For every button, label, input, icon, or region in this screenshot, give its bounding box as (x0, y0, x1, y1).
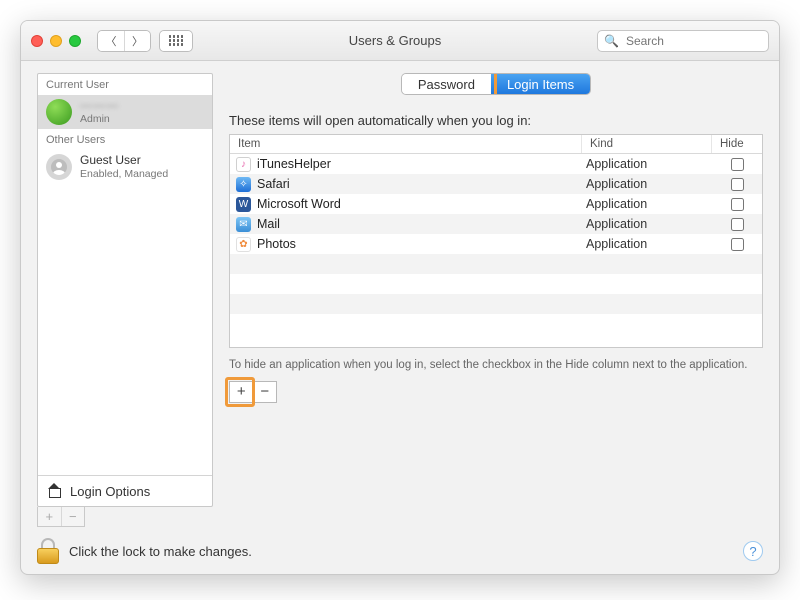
table-row[interactable]: ♪ iTunesHelper Application (230, 154, 762, 174)
window-controls (31, 35, 81, 47)
avatar (46, 99, 72, 125)
tab-bar: Password Login Items (401, 73, 591, 95)
col-item[interactable]: Item (230, 135, 582, 153)
table-row[interactable]: ✉ Mail Application (230, 214, 762, 234)
table-row (230, 254, 762, 274)
login-options-button[interactable]: Login Options (38, 475, 212, 506)
sidebar-add-remove: + − (37, 507, 85, 527)
table-row[interactable]: ✧ Safari Application (230, 174, 762, 194)
titlebar: 〈 〉 Users & Groups 🔍 (21, 21, 779, 61)
hide-checkbox[interactable] (731, 218, 744, 231)
item-kind: Application (582, 157, 712, 171)
search-field[interactable]: 🔍 (597, 30, 769, 52)
add-login-item-button[interactable]: + (230, 382, 253, 402)
item-kind: Application (582, 177, 712, 191)
item-kind: Application (582, 217, 712, 231)
window: 〈 〉 Users & Groups 🔍 Current User ——— Ad… (20, 20, 780, 575)
hide-checkbox[interactable] (731, 158, 744, 171)
user-name: Guest User (80, 154, 168, 168)
grid-icon (160, 31, 192, 51)
footer: Click the lock to make changes. ? (37, 538, 763, 564)
minimize-window-button[interactable] (50, 35, 62, 47)
user-role: Enabled, Managed (80, 168, 168, 180)
col-hide[interactable]: Hide (712, 135, 762, 153)
sidebar-item-guest-user[interactable]: Guest User Enabled, Managed (38, 150, 212, 184)
show-all-button[interactable] (159, 30, 193, 52)
table-header: Item Kind Hide (230, 135, 762, 154)
hide-checkbox[interactable] (731, 238, 744, 251)
login-options-label: Login Options (70, 484, 150, 499)
search-input[interactable] (624, 33, 780, 49)
item-name: Microsoft Word (257, 197, 341, 211)
home-icon (46, 483, 62, 499)
user-name: ——— (80, 99, 119, 113)
col-kind[interactable]: Kind (582, 135, 712, 153)
content: Current User ——— Admin Other Users Guest… (21, 61, 779, 527)
item-name: Safari (257, 177, 290, 191)
lock-text: Click the lock to make changes. (69, 544, 252, 559)
table-row[interactable]: ✿ Photos Application (230, 234, 762, 254)
table-row (230, 294, 762, 314)
avatar (46, 154, 72, 180)
fullscreen-window-button[interactable] (69, 35, 81, 47)
window-title: Users & Groups (201, 33, 589, 48)
back-button[interactable]: 〈 (98, 31, 124, 51)
app-icon: ✉ (236, 217, 251, 232)
add-remove-login-item: + − (229, 381, 277, 403)
help-button[interactable]: ? (743, 541, 763, 561)
table-row (230, 274, 762, 294)
app-icon: W (236, 197, 251, 212)
remove-user-button[interactable]: − (61, 507, 85, 526)
login-items-description: These items will open automatically when… (229, 113, 763, 128)
item-name: Mail (257, 217, 280, 231)
item-name: Photos (257, 237, 296, 251)
add-user-button[interactable]: + (38, 507, 61, 526)
hide-hint: To hide an application when you log in, … (229, 358, 763, 373)
sidebar: Current User ——— Admin Other Users Guest… (37, 73, 213, 527)
item-kind: Application (582, 197, 712, 211)
current-user-header: Current User (38, 74, 212, 95)
tab-login-items[interactable]: Login Items (491, 74, 590, 94)
tab-password[interactable]: Password (402, 74, 491, 94)
table-body: ♪ iTunesHelper Application ✧ Safari Applicati… (230, 154, 762, 347)
remove-login-item-button[interactable]: − (253, 382, 277, 402)
user-list: Current User ——— Admin Other Users Guest… (37, 73, 213, 507)
login-items-table: Item Kind Hide ♪iTunesHelperApplication✧… (229, 134, 763, 348)
user-role: Admin (80, 113, 119, 125)
table-row[interactable]: W Microsoft Word Application (230, 194, 762, 214)
item-name: iTunesHelper (257, 157, 331, 171)
forward-button[interactable]: 〉 (124, 31, 150, 51)
hide-checkbox[interactable] (731, 198, 744, 211)
table-row (230, 314, 762, 334)
app-icon: ✿ (236, 237, 251, 252)
search-icon: 🔍 (604, 34, 619, 48)
lock-icon[interactable] (37, 538, 59, 564)
main-panel: Password Login Items These items will op… (229, 73, 763, 527)
hide-checkbox[interactable] (731, 178, 744, 191)
app-icon: ♪ (236, 157, 251, 172)
item-kind: Application (582, 237, 712, 251)
sidebar-item-current-user[interactable]: ——— Admin (38, 95, 212, 129)
nav-back-forward: 〈 〉 (97, 30, 151, 52)
other-users-header: Other Users (38, 129, 212, 150)
app-icon: ✧ (236, 177, 251, 192)
close-window-button[interactable] (31, 35, 43, 47)
